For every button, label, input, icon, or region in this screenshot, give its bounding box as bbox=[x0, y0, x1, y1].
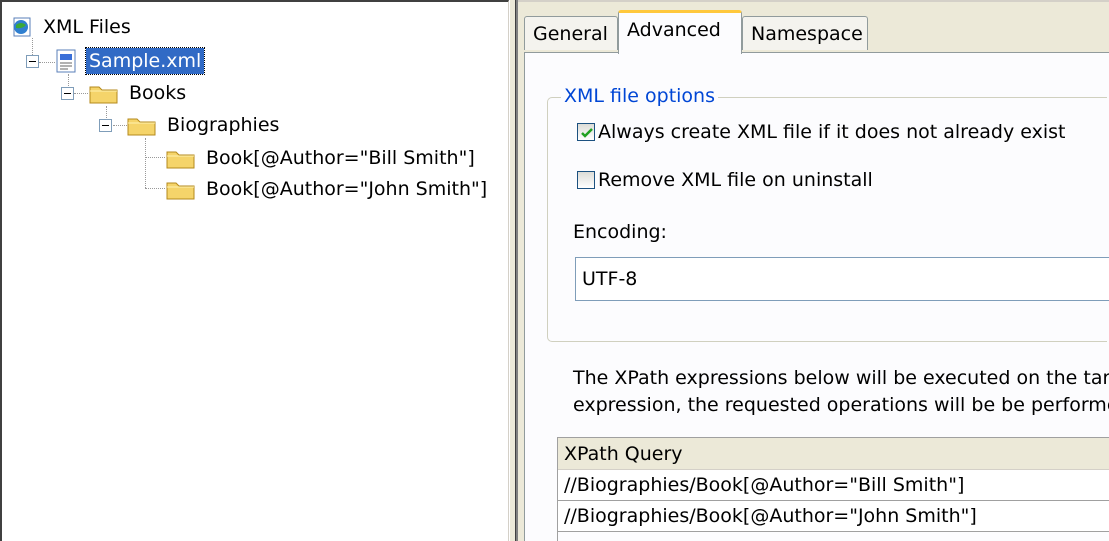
column-header-label: XPath Query bbox=[564, 442, 683, 465]
description-line: expression, the requested operations wil… bbox=[573, 394, 1109, 416]
table-cell: //Biographies/Book[@Author="Bill Smith"] bbox=[564, 474, 965, 496]
tree-connector bbox=[113, 125, 127, 126]
xml-document-icon bbox=[54, 49, 78, 73]
tree-node-book-bill-smith[interactable]: Book[@Author="Bill Smith"] bbox=[165, 143, 478, 173]
description-line: The XPath expressions below will be exec… bbox=[573, 367, 1109, 389]
tab-label: General bbox=[533, 22, 608, 45]
tree-node-biographies[interactable]: Biographies bbox=[126, 110, 282, 140]
properties-pane: General Advanced Namespace XML file opti… bbox=[518, 0, 1109, 541]
tree-node-label: Sample.xml bbox=[84, 47, 206, 75]
group-title: XML file options bbox=[561, 85, 718, 107]
encoding-label: Encoding: bbox=[573, 221, 667, 243]
folder-icon bbox=[165, 177, 197, 201]
folder-icon bbox=[88, 81, 120, 105]
tree-node-sample-xml[interactable]: Sample.xml bbox=[54, 46, 206, 76]
collapse-toggle[interactable] bbox=[99, 119, 112, 132]
advanced-tab-panel: XML file options Always create XML file … bbox=[524, 52, 1109, 541]
xml-files-globe-icon bbox=[12, 16, 34, 38]
xpath-description: The XPath expressions below will be exec… bbox=[573, 365, 1109, 419]
checkbox-unchecked-icon[interactable] bbox=[577, 171, 595, 189]
tree-connector bbox=[145, 138, 146, 188]
tree-node-book-john-smith[interactable]: Book[@Author="John Smith"] bbox=[165, 174, 490, 204]
tree-connector bbox=[145, 157, 165, 158]
tree-connector bbox=[74, 93, 88, 94]
encoding-input[interactable]: UTF-8 bbox=[575, 257, 1109, 301]
xpath-query-table[interactable]: XPath Query //Biographies/Book[@Author="… bbox=[557, 437, 1109, 541]
tree-pane[interactable]: XML Files Sample.xml Books Biographies B… bbox=[0, 0, 509, 541]
tree-node-xml-files[interactable]: XML Files bbox=[12, 12, 134, 42]
tree-node-label: Book[@Author="Bill Smith"] bbox=[206, 147, 475, 169]
column-header-xpath-query[interactable]: XPath Query bbox=[558, 438, 1109, 470]
table-cell: //Biographies/Book[@Author="John Smith"] bbox=[564, 505, 977, 527]
tree-connector bbox=[39, 62, 55, 63]
tree-node-label: Books bbox=[129, 82, 187, 104]
checkbox-label: Remove XML file on uninstall bbox=[598, 169, 873, 191]
tab-strip: General Advanced Namespace bbox=[518, 2, 1109, 54]
tree-connector bbox=[145, 188, 165, 189]
tree-node-label: Biographies bbox=[167, 114, 280, 136]
collapse-toggle[interactable] bbox=[61, 87, 74, 100]
tree-node-label: XML Files bbox=[43, 16, 131, 38]
tab-advanced[interactable]: Advanced bbox=[618, 10, 742, 54]
folder-icon bbox=[126, 113, 158, 137]
tab-label: Namespace bbox=[751, 22, 863, 45]
checkbox-checked-icon[interactable] bbox=[577, 123, 595, 141]
folder-icon bbox=[165, 146, 197, 170]
remove-on-uninstall-checkbox[interactable]: Remove XML file on uninstall bbox=[577, 169, 873, 191]
tab-label: Advanced bbox=[627, 19, 721, 41]
table-row[interactable]: //Biographies/Book[@Author="John Smith"] bbox=[558, 501, 1109, 532]
checkbox-label: Always create XML file if it does not al… bbox=[598, 121, 1066, 143]
table-row[interactable]: //Biographies/Book[@Author="Bill Smith"] bbox=[558, 470, 1109, 501]
tree-node-label: Book[@Author="John Smith"] bbox=[206, 178, 488, 200]
always-create-checkbox[interactable]: Always create XML file if it does not al… bbox=[577, 121, 1065, 143]
tab-namespace[interactable]: Namespace bbox=[742, 16, 868, 50]
collapse-toggle[interactable] bbox=[26, 55, 39, 68]
tree-node-books[interactable]: Books bbox=[88, 78, 189, 108]
tab-general[interactable]: General bbox=[524, 16, 618, 50]
encoding-value: UTF-8 bbox=[582, 268, 638, 290]
